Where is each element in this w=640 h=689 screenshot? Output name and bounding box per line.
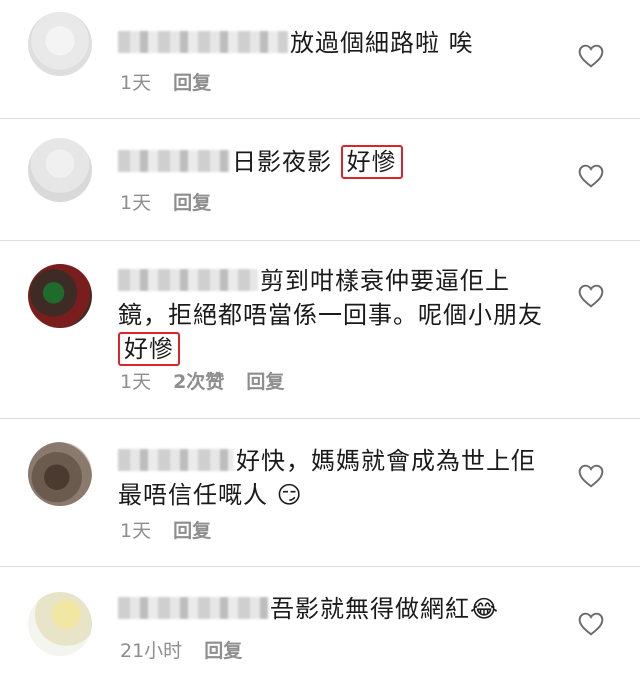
comment-time: 1天 — [120, 192, 152, 214]
heart-icon[interactable] — [578, 612, 604, 636]
highlighted-phrase: 好慘 — [118, 332, 180, 366]
comment-time: 1天 — [120, 520, 152, 542]
heart-icon[interactable] — [578, 464, 604, 488]
like-count[interactable]: 2次赞 — [173, 371, 224, 393]
divider — [0, 566, 640, 567]
reply-button[interactable]: 回复 — [173, 72, 211, 94]
comment-text: 放過個細路啦 唉 — [118, 26, 558, 60]
reply-button[interactable]: 回复 — [173, 192, 211, 214]
heart-icon[interactable] — [578, 284, 604, 308]
comment-meta: 1天 回复 — [120, 516, 233, 543]
heart-icon[interactable] — [578, 44, 604, 68]
heart-icon[interactable] — [578, 164, 604, 188]
comment-time: 21小时 — [120, 640, 183, 662]
comment-text: 吾影就無得做網紅😂 — [118, 592, 558, 626]
blurred-username[interactable] — [118, 449, 234, 471]
avatar[interactable] — [28, 138, 92, 202]
comment-time: 1天 — [120, 72, 152, 94]
comment-time: 1天 — [120, 371, 152, 393]
comment-list: 放過個細路啦 唉 1天 回复 日影夜影 好慘 1天 回复 剪到咁樣衰仲要逼佢上 鏡，… — [0, 0, 640, 689]
reply-button[interactable]: 回复 — [173, 520, 211, 542]
blurred-username[interactable] — [118, 31, 288, 53]
avatar[interactable] — [28, 264, 92, 328]
comment-meta: 1天 回复 — [120, 188, 233, 215]
comment-meta: 21小时 回复 — [120, 636, 264, 663]
blurred-username[interactable] — [118, 269, 258, 291]
divider — [0, 118, 640, 119]
reply-button[interactable]: 回复 — [246, 371, 284, 393]
highlighted-phrase: 好慘 — [340, 145, 403, 179]
blurred-username[interactable] — [118, 597, 268, 619]
reply-button[interactable]: 回复 — [204, 640, 242, 662]
comment-text: 日影夜影 好慘 — [118, 145, 558, 179]
avatar[interactable] — [28, 12, 92, 76]
blurred-username[interactable] — [118, 150, 230, 172]
divider — [0, 418, 640, 419]
smirk-emoji: 😏 — [276, 481, 303, 509]
comment-meta: 1天 2次赞 回复 — [120, 367, 306, 394]
comment-text: 剪到咁樣衰仲要逼佢上 鏡，拒絕都唔當係一回事。呢個小朋友 好慘 — [118, 264, 558, 366]
comment-text: 好快，媽媽就會成為世上佢 最唔信任嘅人 😏 — [118, 447, 536, 509]
avatar[interactable] — [28, 592, 92, 656]
laughing-emoji: 😂 — [470, 595, 500, 623]
avatar[interactable] — [28, 442, 92, 506]
divider — [0, 240, 640, 241]
comment-meta: 1天 回复 — [120, 68, 233, 95]
